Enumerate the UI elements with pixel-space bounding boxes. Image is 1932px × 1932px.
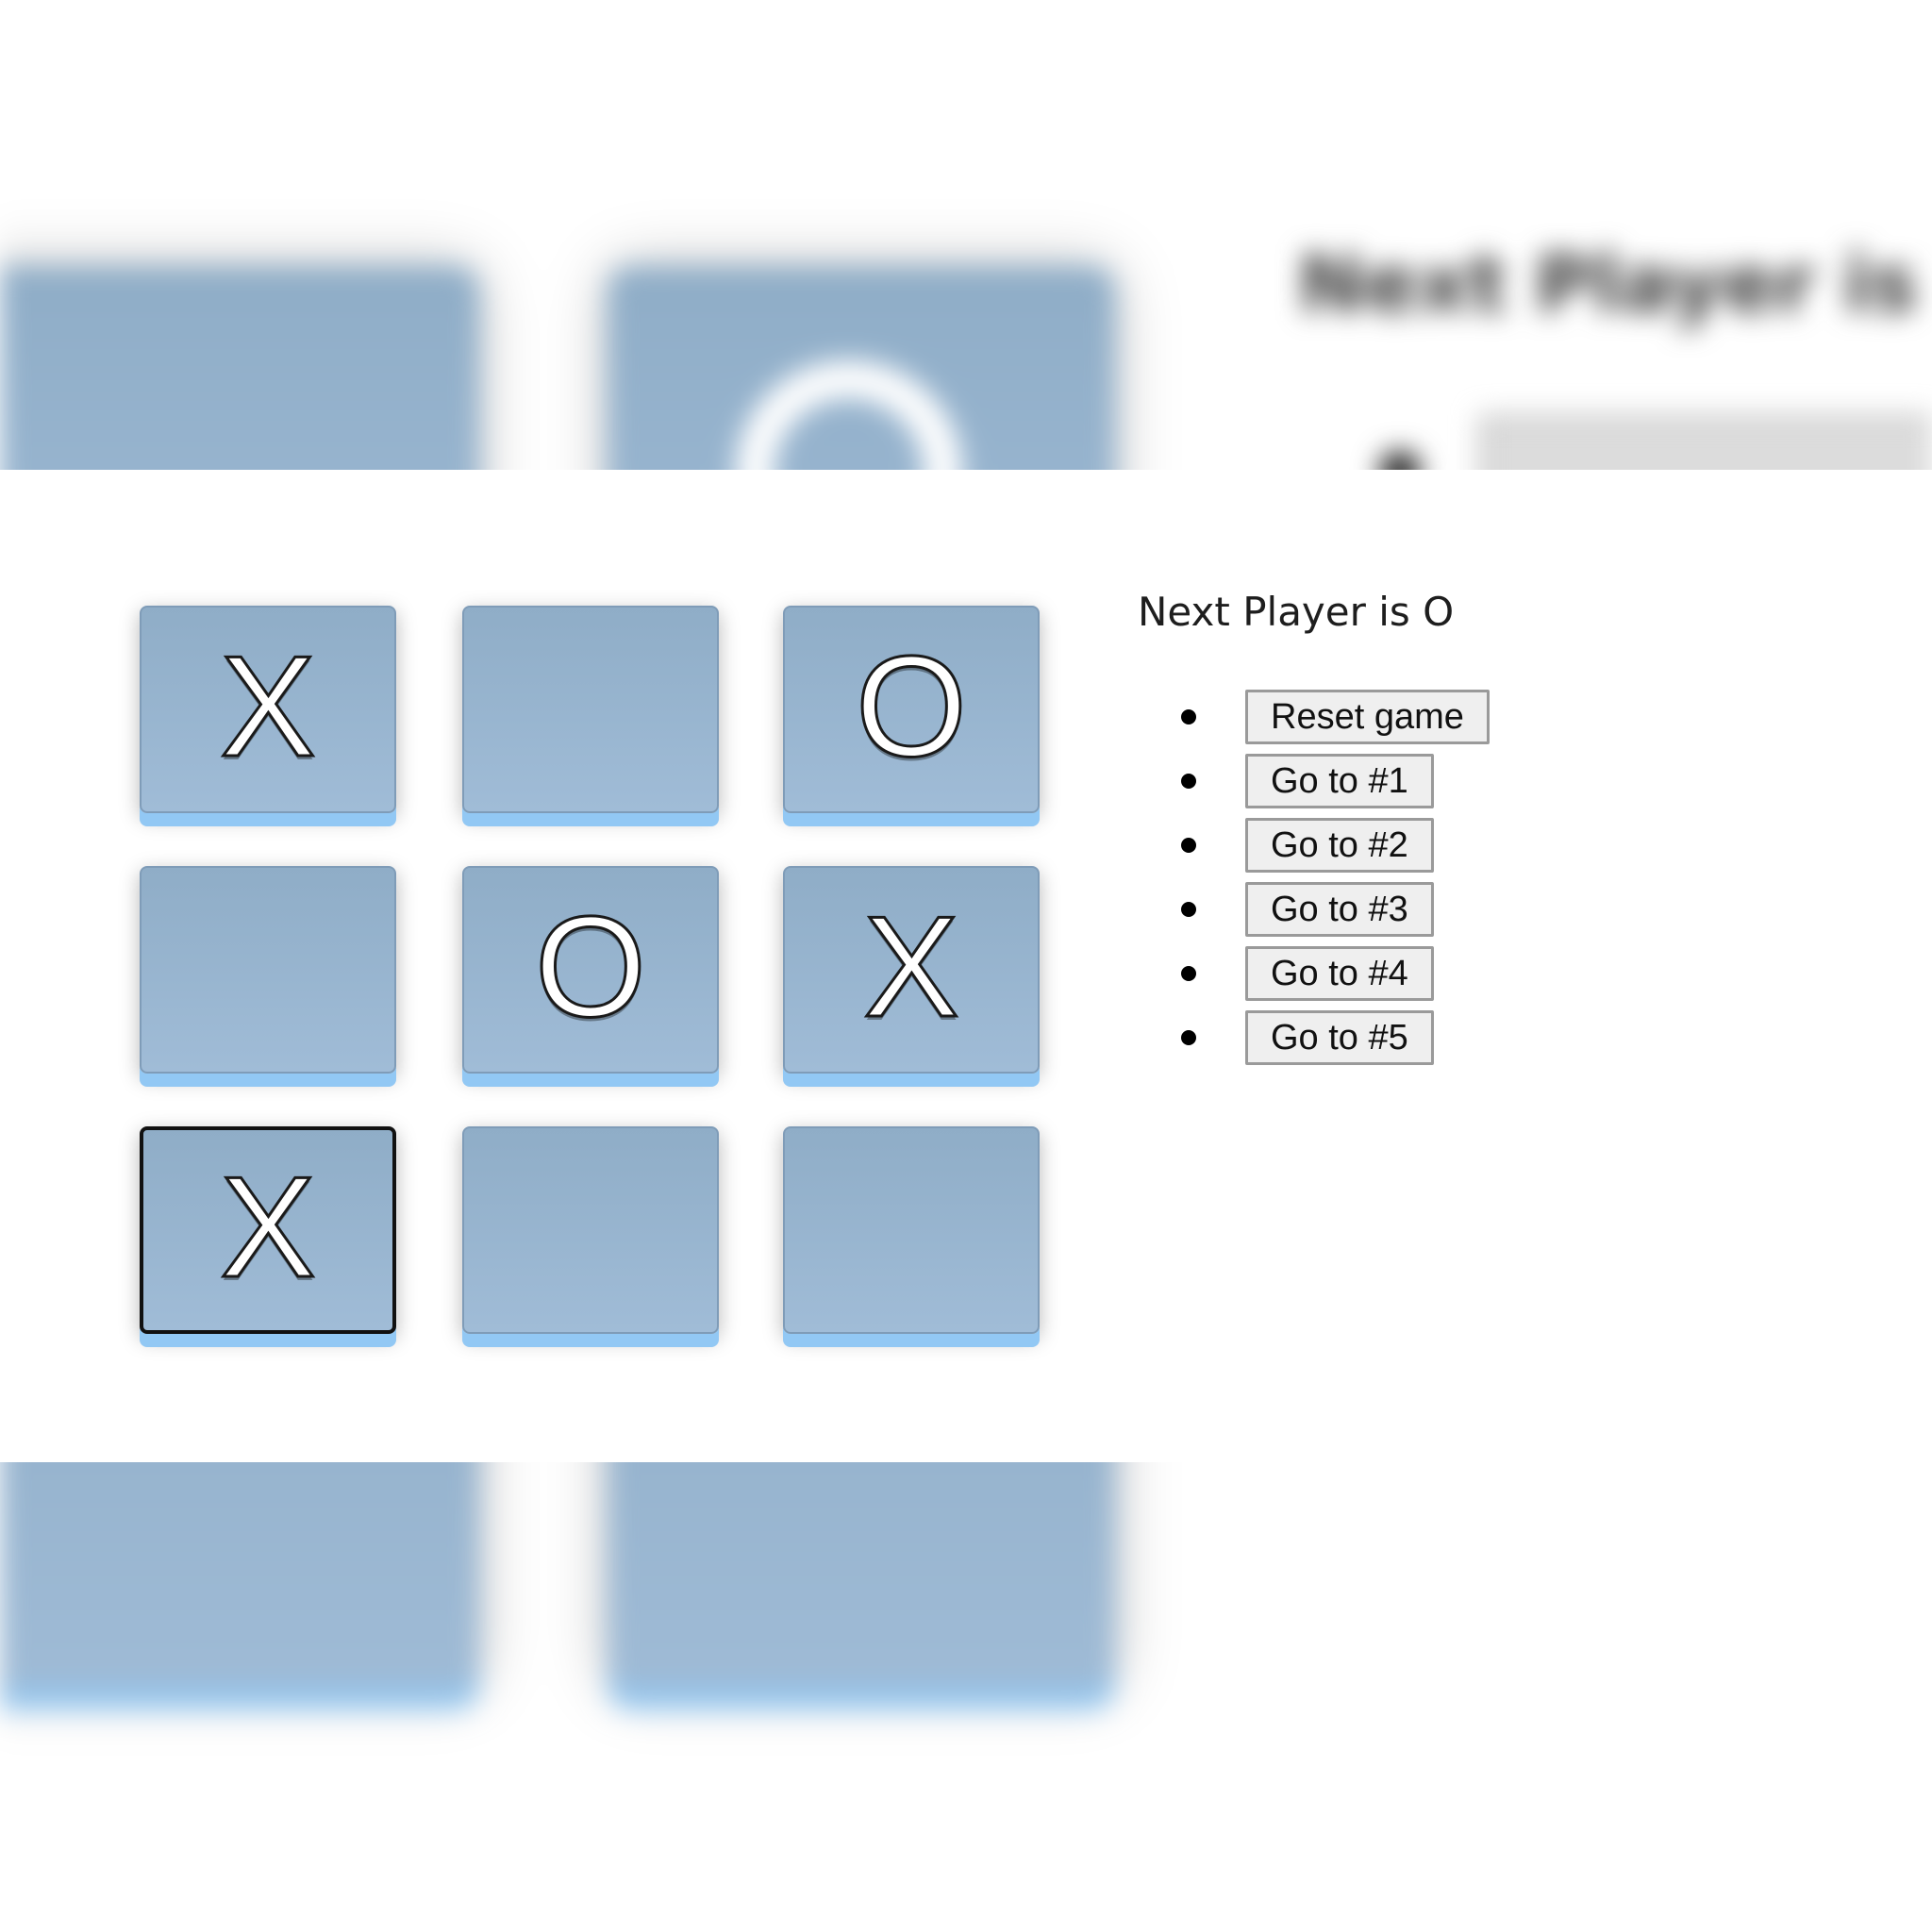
board-square-4[interactable] bbox=[140, 866, 396, 1074]
bullet-icon bbox=[1181, 902, 1196, 917]
board-square-2[interactable] bbox=[462, 606, 719, 813]
board-square-6[interactable]: X bbox=[783, 866, 1040, 1074]
move-history-list: Reset game Go to #1 Go to #2 Go to #3 Go to … bbox=[1181, 685, 1490, 1070]
move-history-item: Go to #3 bbox=[1181, 877, 1490, 941]
board-square-8[interactable] bbox=[462, 1126, 719, 1334]
square-mark: X bbox=[219, 1147, 317, 1307]
board-square-5[interactable]: O bbox=[462, 866, 719, 1074]
move-history-item: Reset game bbox=[1181, 685, 1490, 749]
board-square-1[interactable]: X bbox=[140, 606, 396, 813]
go-to-move-3-button[interactable]: Go to #3 bbox=[1245, 882, 1434, 937]
bullet-icon bbox=[1181, 774, 1196, 789]
background-status-echo: Next Player is O bbox=[1298, 238, 1932, 330]
move-history-item: Go to #5 bbox=[1181, 1006, 1490, 1070]
square-mark: X bbox=[219, 626, 317, 787]
app-viewport: Next Player is O XOOXX Next Player is O … bbox=[0, 0, 1932, 1932]
go-to-move-5-button[interactable]: Go to #5 bbox=[1245, 1010, 1434, 1065]
move-history-item: Go to #1 bbox=[1181, 749, 1490, 813]
square-mark: O bbox=[854, 626, 968, 787]
status-text: Next Player is O bbox=[1138, 589, 1455, 635]
bullet-icon bbox=[1181, 709, 1196, 724]
board-square-3[interactable]: O bbox=[783, 606, 1040, 813]
game-panel: XOOXX Next Player is O Reset game Go to #… bbox=[0, 470, 1932, 1462]
board-square-9[interactable] bbox=[783, 1126, 1040, 1334]
go-to-move-4-button[interactable]: Go to #4 bbox=[1245, 946, 1434, 1001]
bullet-icon bbox=[1181, 966, 1196, 981]
board-square-7[interactable]: X bbox=[140, 1126, 396, 1334]
reset-game-button[interactable]: Reset game bbox=[1245, 690, 1490, 744]
square-mark: X bbox=[862, 887, 960, 1047]
game-board: XOOXX bbox=[140, 606, 1041, 1360]
move-history-item: Go to #4 bbox=[1181, 941, 1490, 1006]
go-to-move-1-button[interactable]: Go to #1 bbox=[1245, 754, 1434, 808]
square-mark: O bbox=[533, 887, 647, 1047]
bullet-icon bbox=[1181, 838, 1196, 853]
move-history-item: Go to #2 bbox=[1181, 813, 1490, 877]
bullet-icon bbox=[1181, 1030, 1196, 1045]
go-to-move-2-button[interactable]: Go to #2 bbox=[1245, 818, 1434, 873]
